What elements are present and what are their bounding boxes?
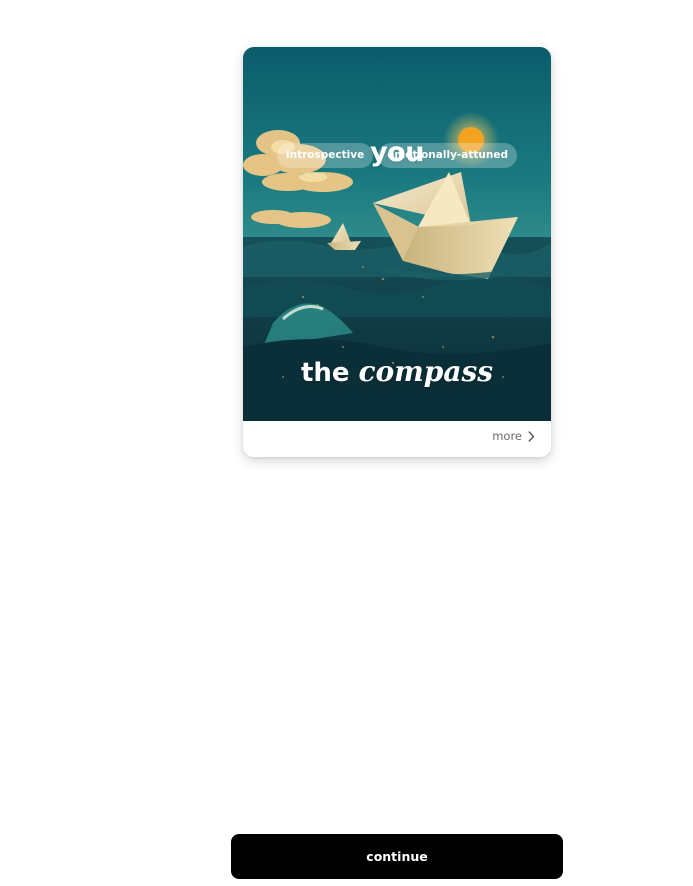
persona-title-name: compass [358, 355, 494, 388]
card-footer: more [243, 421, 551, 457]
more-label: more [492, 429, 522, 443]
trait-tag-emotionally-attuned: emotionally-attuned [378, 143, 517, 168]
trait-tags: introspective emotionally-attuned [243, 143, 551, 168]
chevron-right-icon [528, 430, 535, 442]
persona-hero-image: you introspective emotionally-attuned th… [243, 47, 551, 421]
persona-card: you introspective emotionally-attuned th… [243, 47, 551, 457]
more-link[interactable]: more [492, 429, 535, 443]
trait-tag-introspective: introspective [277, 143, 374, 168]
persona-title-prefix: the [300, 358, 350, 388]
persona-title: the compass [243, 355, 551, 388]
continue-button[interactable]: continue [231, 834, 563, 879]
